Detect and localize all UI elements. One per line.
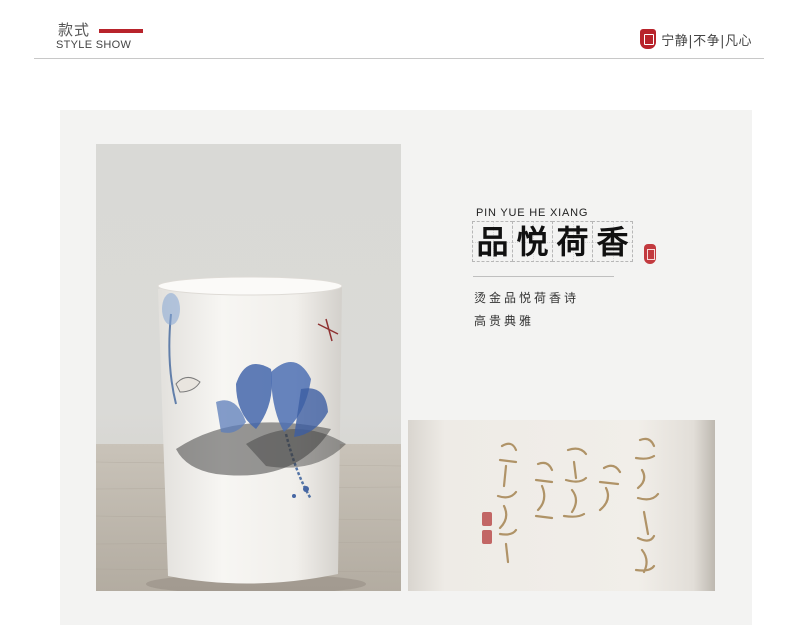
section-title-en: STYLE SHOW [56,39,132,51]
name-char-cell: 品 [472,221,513,262]
name-char: 香 [596,222,629,261]
name-char: 悦 [516,222,549,261]
seal-stamp-icon [640,29,657,49]
product-name-grid: 品 悦 荷 香 [472,221,633,262]
name-char: 品 [476,222,509,261]
title-accent-bar [99,29,143,33]
motto-text: 宁静|不争|凡心 [661,33,752,49]
header-divider [34,58,764,59]
product-pinyin: PIN YUE HE XIANG [476,207,589,219]
title-divider [473,276,614,277]
section-title-cn: 款式 [58,21,91,39]
product-description-line-2: 高贵典雅 [474,314,535,328]
brand-motto: 宁静|不争|凡心 [640,29,752,49]
name-char-cell: 香 [592,221,633,262]
red-seal-icon [644,244,656,264]
product-description-line-1: 烫金品悦荷香诗 [474,291,580,305]
name-char-cell: 荷 [552,221,593,262]
name-char-cell: 悦 [512,221,553,262]
detail-photo-calligraphy [408,420,715,591]
product-photo-cup [96,144,401,591]
name-char: 荷 [556,222,589,261]
